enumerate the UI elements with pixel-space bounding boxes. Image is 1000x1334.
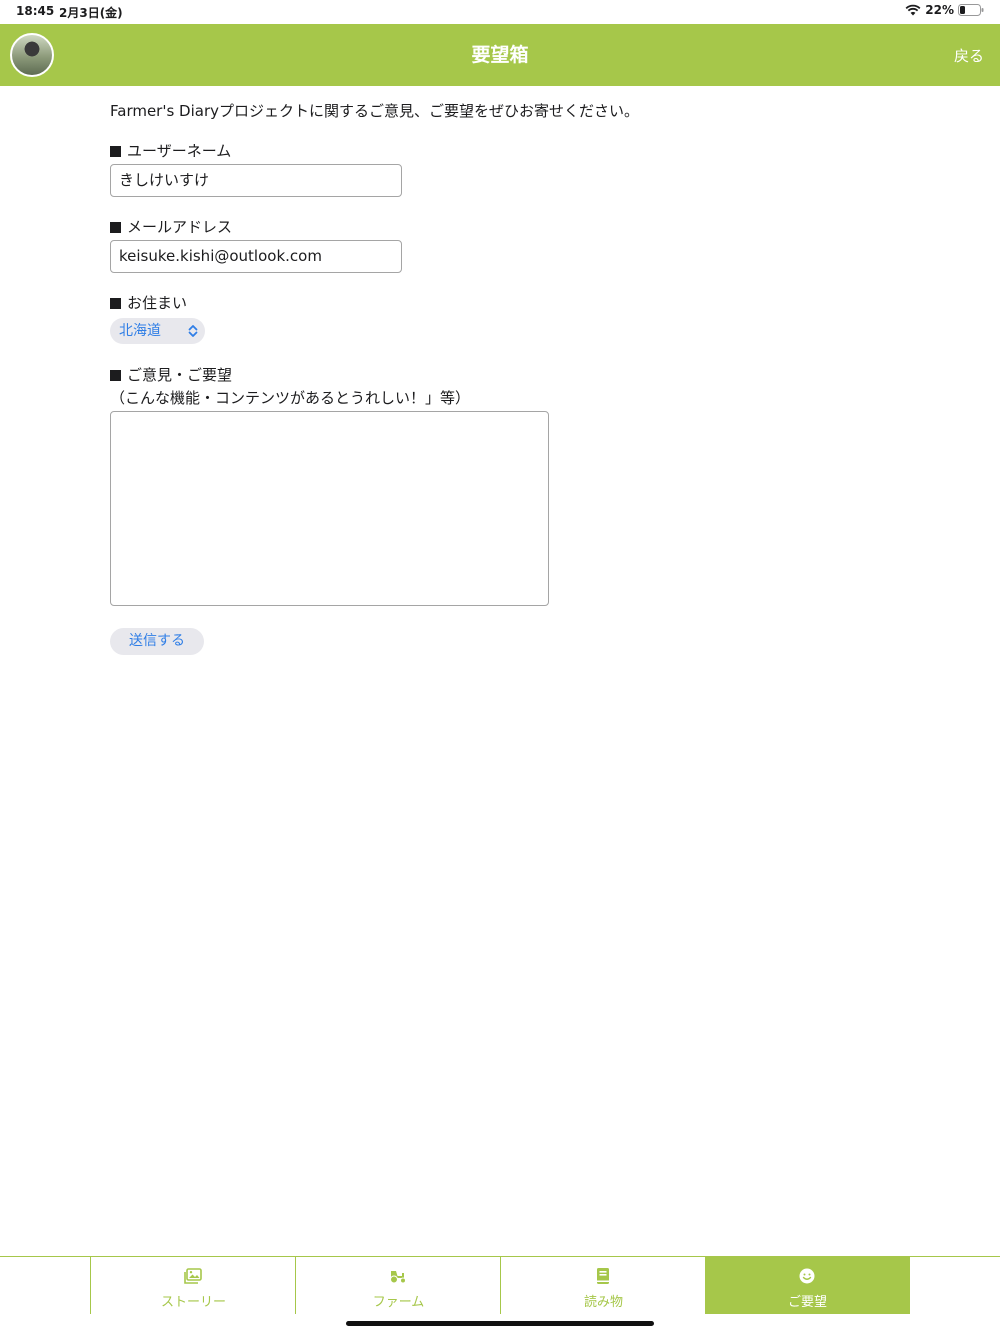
residence-label: お住まい (110, 292, 187, 313)
feedback-label: ご意見・ご要望 (110, 364, 232, 385)
photo-icon (184, 1268, 202, 1284)
tab-story-label: ストーリー (160, 1295, 226, 1310)
tab-farm-label: ファーム (372, 1295, 425, 1310)
square-bullet-icon (110, 370, 121, 381)
status-indicators: 22% (905, 3, 984, 17)
username-label-text: ユーザーネーム (127, 142, 232, 160)
smile-icon (799, 1268, 815, 1284)
tab-bar: ストーリー ファーム 読み物 ご要望 (0, 1256, 1000, 1314)
feedback-screen: 18:45 2月3日(金) 22% 要望箱 戻る Farmer's Diaryプ… (0, 0, 1000, 1334)
tab-reading-label: 読み物 (583, 1295, 623, 1310)
status-date: 2月3日(金) (59, 6, 123, 20)
app-header: 要望箱 戻る (0, 24, 1000, 86)
chevron-up-down-icon (188, 325, 198, 337)
battery-percent: 22% (925, 3, 954, 17)
tab-story[interactable]: ストーリー (90, 1257, 295, 1314)
residence-select-value: 北海道 (119, 323, 161, 339)
feedback-label-text: ご意見・ご要望 (127, 366, 233, 384)
square-bullet-icon (110, 222, 121, 233)
home-indicator[interactable] (346, 1321, 654, 1326)
email-field[interactable]: keisuke.kishi@outlook.com (110, 240, 402, 273)
username-field[interactable]: きしけいすけ (110, 164, 402, 197)
battery-icon (958, 4, 984, 16)
status-bar: 18:45 2月3日(金) 22% (0, 0, 1000, 24)
square-bullet-icon (110, 146, 121, 157)
residence-select[interactable]: 北海道 (110, 318, 205, 344)
submit-button[interactable]: 送信する (110, 628, 204, 655)
email-label: メールアドレス (110, 216, 232, 237)
wifi-icon (905, 4, 921, 16)
back-button[interactable]: 戻る (954, 45, 984, 66)
username-label: ユーザーネーム (110, 140, 231, 161)
square-bullet-icon (110, 298, 121, 309)
tractor-icon (390, 1271, 406, 1284)
residence-label-text: お住まい (127, 294, 188, 312)
tab-requests-label: ご要望 (787, 1295, 827, 1310)
tab-reading[interactable]: 読み物 (500, 1257, 705, 1314)
feedback-hint: （こんな機能・コンテンツがあるとうれしい！」等） (110, 389, 471, 407)
book-icon (597, 1268, 609, 1284)
intro-text: Farmer's Diaryプロジェクトに関するご意見、ご要望をぜひお寄せくださ… (110, 102, 640, 120)
tab-farm[interactable]: ファーム (295, 1257, 500, 1314)
tab-requests[interactable]: ご要望 (705, 1257, 910, 1314)
page-title: 要望箱 (471, 44, 529, 66)
email-label-text: メールアドレス (127, 218, 233, 236)
feedback-textarea[interactable] (110, 411, 549, 606)
status-time: 18:45 (16, 4, 55, 18)
